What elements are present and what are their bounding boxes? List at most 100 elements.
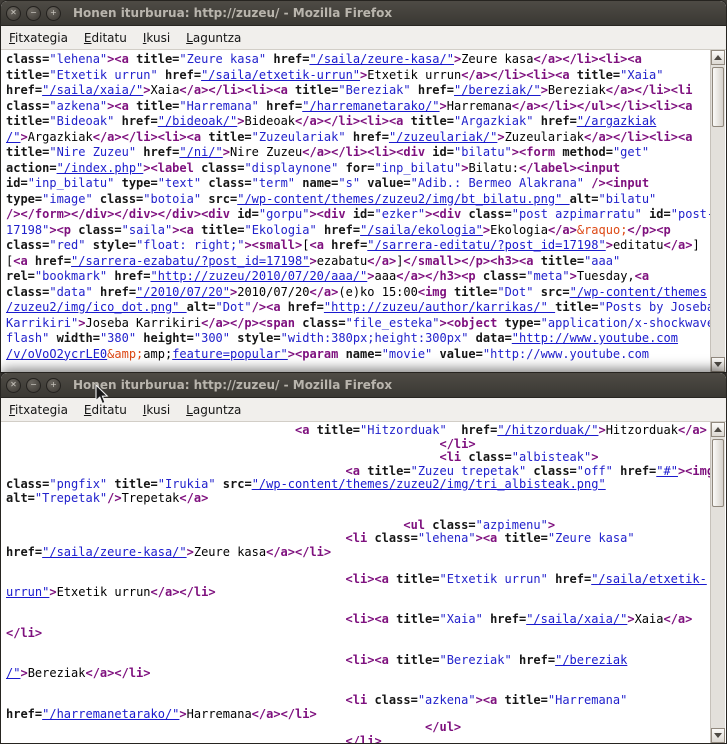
source-link[interactable]: urrun" — [6, 586, 49, 599]
source-link[interactable]: "/harremanetarako/" — [42, 708, 179, 721]
source-token: width= — [57, 331, 100, 345]
scrollbar-thumb[interactable] — [712, 439, 724, 507]
source-line: 17198"><p class="saila"><a title="Ekolog… — [6, 223, 710, 239]
source-link[interactable]: "http://zuzeu/2010/07/20/aaa/" — [151, 269, 368, 283]
scroll-down-button[interactable] — [711, 728, 725, 743]
mnemonic: F — [9, 31, 15, 45]
source-token: style= — [93, 238, 136, 252]
source-token: class= — [432, 519, 475, 532]
source-link[interactable]: "/saila/ekologia" — [360, 223, 483, 237]
source-token: title= — [541, 254, 584, 268]
source-token: ><a — [476, 532, 505, 545]
source-token: Bereziak — [548, 83, 606, 97]
source-token: "inp_bilatu" — [28, 176, 122, 190]
source-token: "Dot" — [497, 285, 540, 299]
source-link[interactable]: "/bereziak — [555, 654, 627, 667]
menu-ikusi[interactable]: Ikusi — [135, 399, 178, 421]
source-token: /></form></div></div></div><div — [6, 207, 237, 221]
titlebar[interactable]: ✕ − + Honen iturburua: http://zuzeu/ - M… — [1, 1, 726, 26]
vertical-scrollbar[interactable] — [710, 422, 725, 743]
source-token: "Nire Zuzeu" — [49, 145, 143, 159]
scroll-up-button[interactable] — [711, 50, 725, 65]
source-token: > — [179, 708, 186, 721]
source-link[interactable]: "http://www.youtube.com — [512, 331, 678, 345]
source-token: > — [20, 130, 27, 144]
source-link[interactable]: "/hitzorduak/" — [497, 424, 598, 437]
source-link[interactable]: "/index.php" — [57, 161, 144, 175]
close-button[interactable]: ✕ — [6, 378, 21, 393]
source-link[interactable]: "/saila/etxetik- — [591, 573, 707, 586]
source-link[interactable]: "/bereziak/" — [454, 83, 541, 97]
source-token: "ezker" — [375, 207, 426, 221]
source-link[interactable]: "/sarrera-editatu/?post_id=17198" — [367, 238, 605, 252]
scroll-up-button[interactable] — [711, 422, 725, 437]
close-button[interactable]: ✕ — [6, 6, 21, 21]
minimize-button[interactable]: − — [26, 378, 41, 393]
source-line: Karrikiri">Joseba Karrikiri</a></p><span… — [6, 316, 710, 332]
source-token: href= — [541, 114, 577, 128]
source-token: "Irukia" — [158, 478, 223, 491]
titlebar[interactable]: ✕ − + Honen iturburua: http://zuzeu/ - M… — [1, 373, 726, 398]
minimize-button[interactable]: − — [26, 6, 41, 21]
source-line: class="azkena"><a title="Harremana" href… — [6, 99, 710, 115]
source-link[interactable]: "/saila/xaia/" — [42, 83, 143, 97]
menu-ikusi[interactable]: Ikusi — [135, 27, 178, 49]
menu-fitxategia[interactable]: Fitxategia — [1, 27, 76, 49]
source-token: Harremana — [447, 99, 512, 113]
menu-laguntza[interactable]: Laguntza — [178, 399, 249, 421]
source-token: data= — [476, 331, 512, 345]
source-token: <a — [309, 238, 331, 252]
maximize-button[interactable]: + — [46, 378, 61, 393]
source-link[interactable]: "/wp-content/themes/zuzeu2/img/tri_albis… — [252, 478, 606, 491]
source-token: aaa — [375, 269, 397, 283]
source-link[interactable]: "/ni/" — [179, 145, 222, 159]
source-link[interactable]: "/wp-content/themes/zuzeu2/img/bt_bilatu… — [237, 192, 569, 206]
source-link[interactable]: "/2010/07/20" — [136, 285, 230, 299]
mnemonic: E — [84, 403, 92, 417]
source-token: class= — [468, 207, 511, 221]
source-link[interactable]: /v/oVoO2ycrLE0 — [6, 347, 107, 361]
source-token: href= — [461, 424, 497, 437]
source-token: ><param — [288, 347, 346, 361]
source-token: &amp; — [107, 347, 143, 361]
source-line: rel="bookmark" href="http://zuzeu/2010/0… — [6, 269, 710, 285]
source-link[interactable]: "/wp-content/themes — [570, 285, 707, 299]
source-link[interactable]: /" — [6, 667, 20, 680]
source-line: title="Etxetik urrun" href="/saila/etxet… — [6, 68, 710, 84]
source-token: "Argazkiak" — [454, 114, 541, 128]
source-token: id= — [6, 176, 28, 190]
source-line: <ul class="azpimenu"> — [6, 519, 710, 533]
source-link[interactable]: "/zuzeulariak/" — [389, 130, 497, 144]
source-token: "movie" — [382, 347, 440, 361]
source-link[interactable]: "/harremanetarako/" — [302, 99, 439, 113]
source-token: ><p — [49, 223, 78, 237]
source-token: Zuzeulariak — [505, 130, 584, 144]
source-link[interactable]: "/saila/zeure-kasa/" — [309, 52, 454, 66]
source-link[interactable]: "/bideoak/" — [158, 114, 237, 128]
menu-fitxategia[interactable]: Fitxategia — [1, 399, 76, 421]
source-line: title="Bideoak" href="/bideoak/">Bideoak… — [6, 114, 710, 130]
menu-editatu[interactable]: Editatu — [76, 27, 135, 49]
source-link[interactable]: "/saila/xaia/" — [526, 613, 627, 626]
menu-laguntza[interactable]: Laguntza — [178, 27, 249, 49]
source-token: title= — [208, 130, 251, 144]
scrollbar-thumb[interactable] — [712, 67, 724, 127]
vertical-scrollbar[interactable] — [710, 50, 725, 372]
source-token: > — [49, 586, 56, 599]
source-link[interactable]: "/argazkiak — [577, 114, 656, 128]
source-link[interactable]: "/saila/etxetik-urrun" — [201, 68, 360, 82]
source-link[interactable]: feature=popular" — [172, 347, 288, 361]
source-token: "meta" — [526, 269, 569, 283]
source-link[interactable]: /zuzeu2/img/ico_dot.png" — [6, 300, 187, 314]
source-link[interactable]: /" — [6, 130, 20, 144]
source-token: "width:380px;height:300px" — [281, 331, 476, 345]
source-link[interactable]: "/saila/zeure-kasa/" — [42, 546, 187, 559]
scroll-down-button[interactable] — [711, 357, 725, 372]
source-token: href= — [418, 83, 454, 97]
source-link[interactable]: "#" — [656, 465, 678, 478]
source-link[interactable]: "http://zuzeu/author/karrikas/" — [324, 300, 555, 314]
source-line: </li> — [6, 627, 710, 641]
maximize-button[interactable]: + — [46, 6, 61, 21]
source-link[interactable]: "/sarrera-ezabatu/?post_id=17198" — [71, 254, 309, 268]
source-token: "file_esteka" — [346, 316, 440, 330]
